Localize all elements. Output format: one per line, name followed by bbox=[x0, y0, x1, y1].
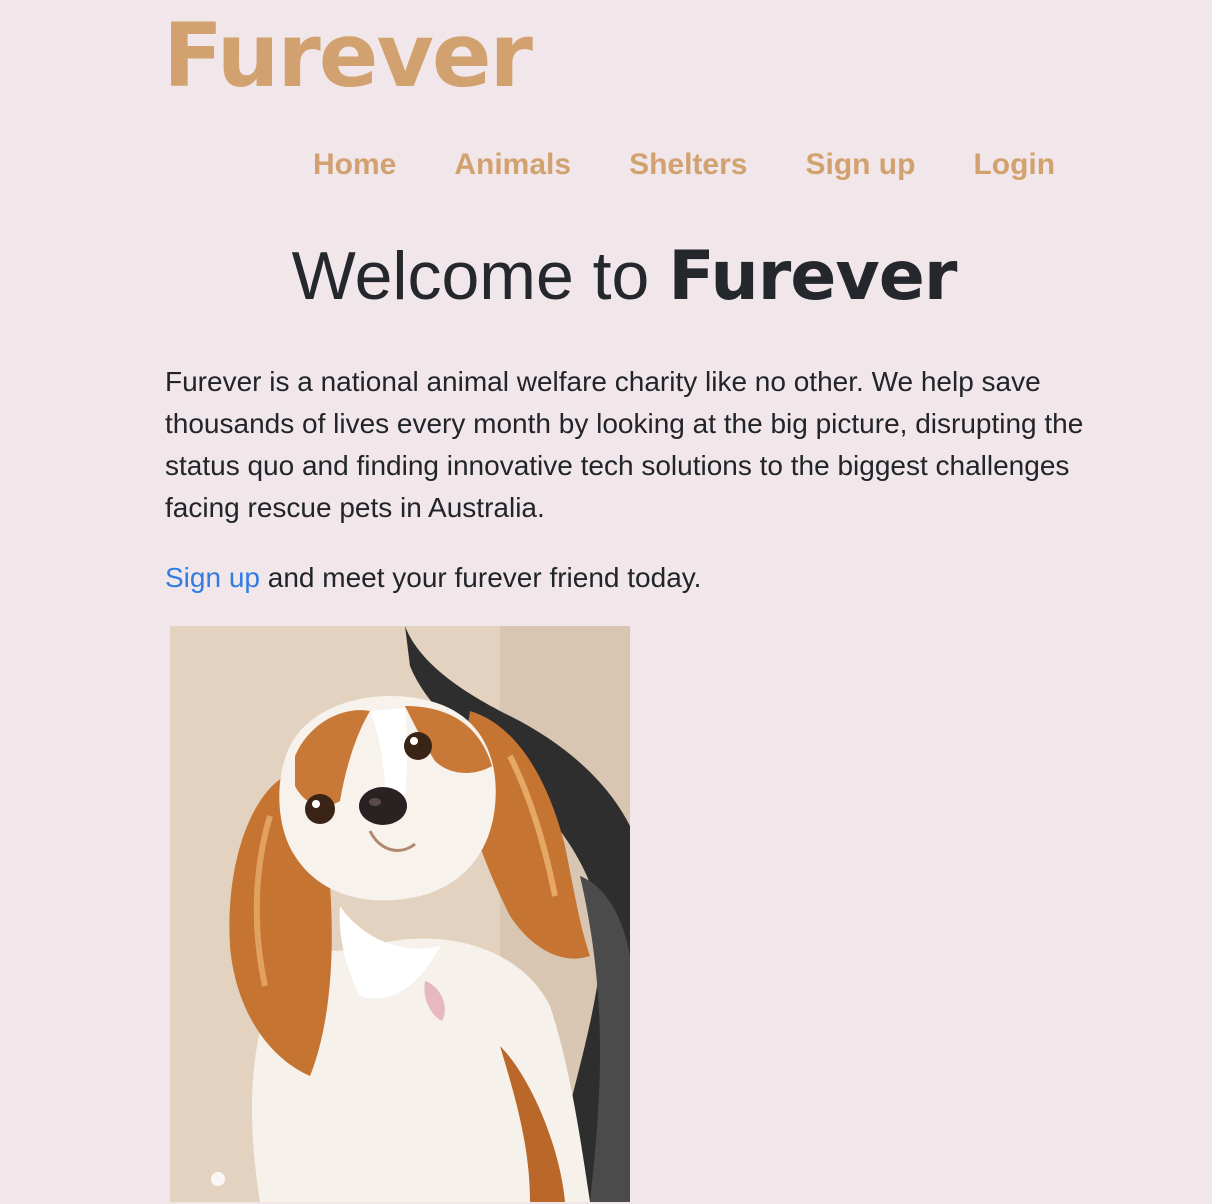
dog-photo bbox=[170, 626, 630, 1202]
intro-paragraph: Furever is a national animal welfare cha… bbox=[165, 366, 1084, 523]
main-nav: Home Animals Shelters Sign up Login bbox=[313, 146, 1055, 184]
nav-shelters[interactable]: Shelters bbox=[629, 146, 747, 184]
welcome-heading-prefix: Welcome to bbox=[291, 238, 669, 314]
page: Furever Home Animals Shelters Sign up Lo… bbox=[0, 0, 1212, 1204]
signup-link[interactable]: Sign up bbox=[165, 562, 260, 593]
nav-animals[interactable]: Animals bbox=[454, 146, 571, 184]
welcome-heading-brand: Furever bbox=[668, 237, 957, 316]
welcome-heading: Welcome to Furever bbox=[0, 234, 1212, 319]
nav-login[interactable]: Login bbox=[973, 146, 1055, 184]
spaniel-illustration bbox=[170, 626, 630, 1202]
signup-cta-text: and meet your furever friend today. bbox=[259, 562, 702, 593]
site-logo[interactable]: Furever bbox=[163, 6, 533, 106]
signup-cta: Sign up and meet your furever friend tod… bbox=[165, 557, 701, 599]
nav-sign-up[interactable]: Sign up bbox=[805, 146, 915, 184]
nav-home[interactable]: Home bbox=[313, 146, 396, 184]
